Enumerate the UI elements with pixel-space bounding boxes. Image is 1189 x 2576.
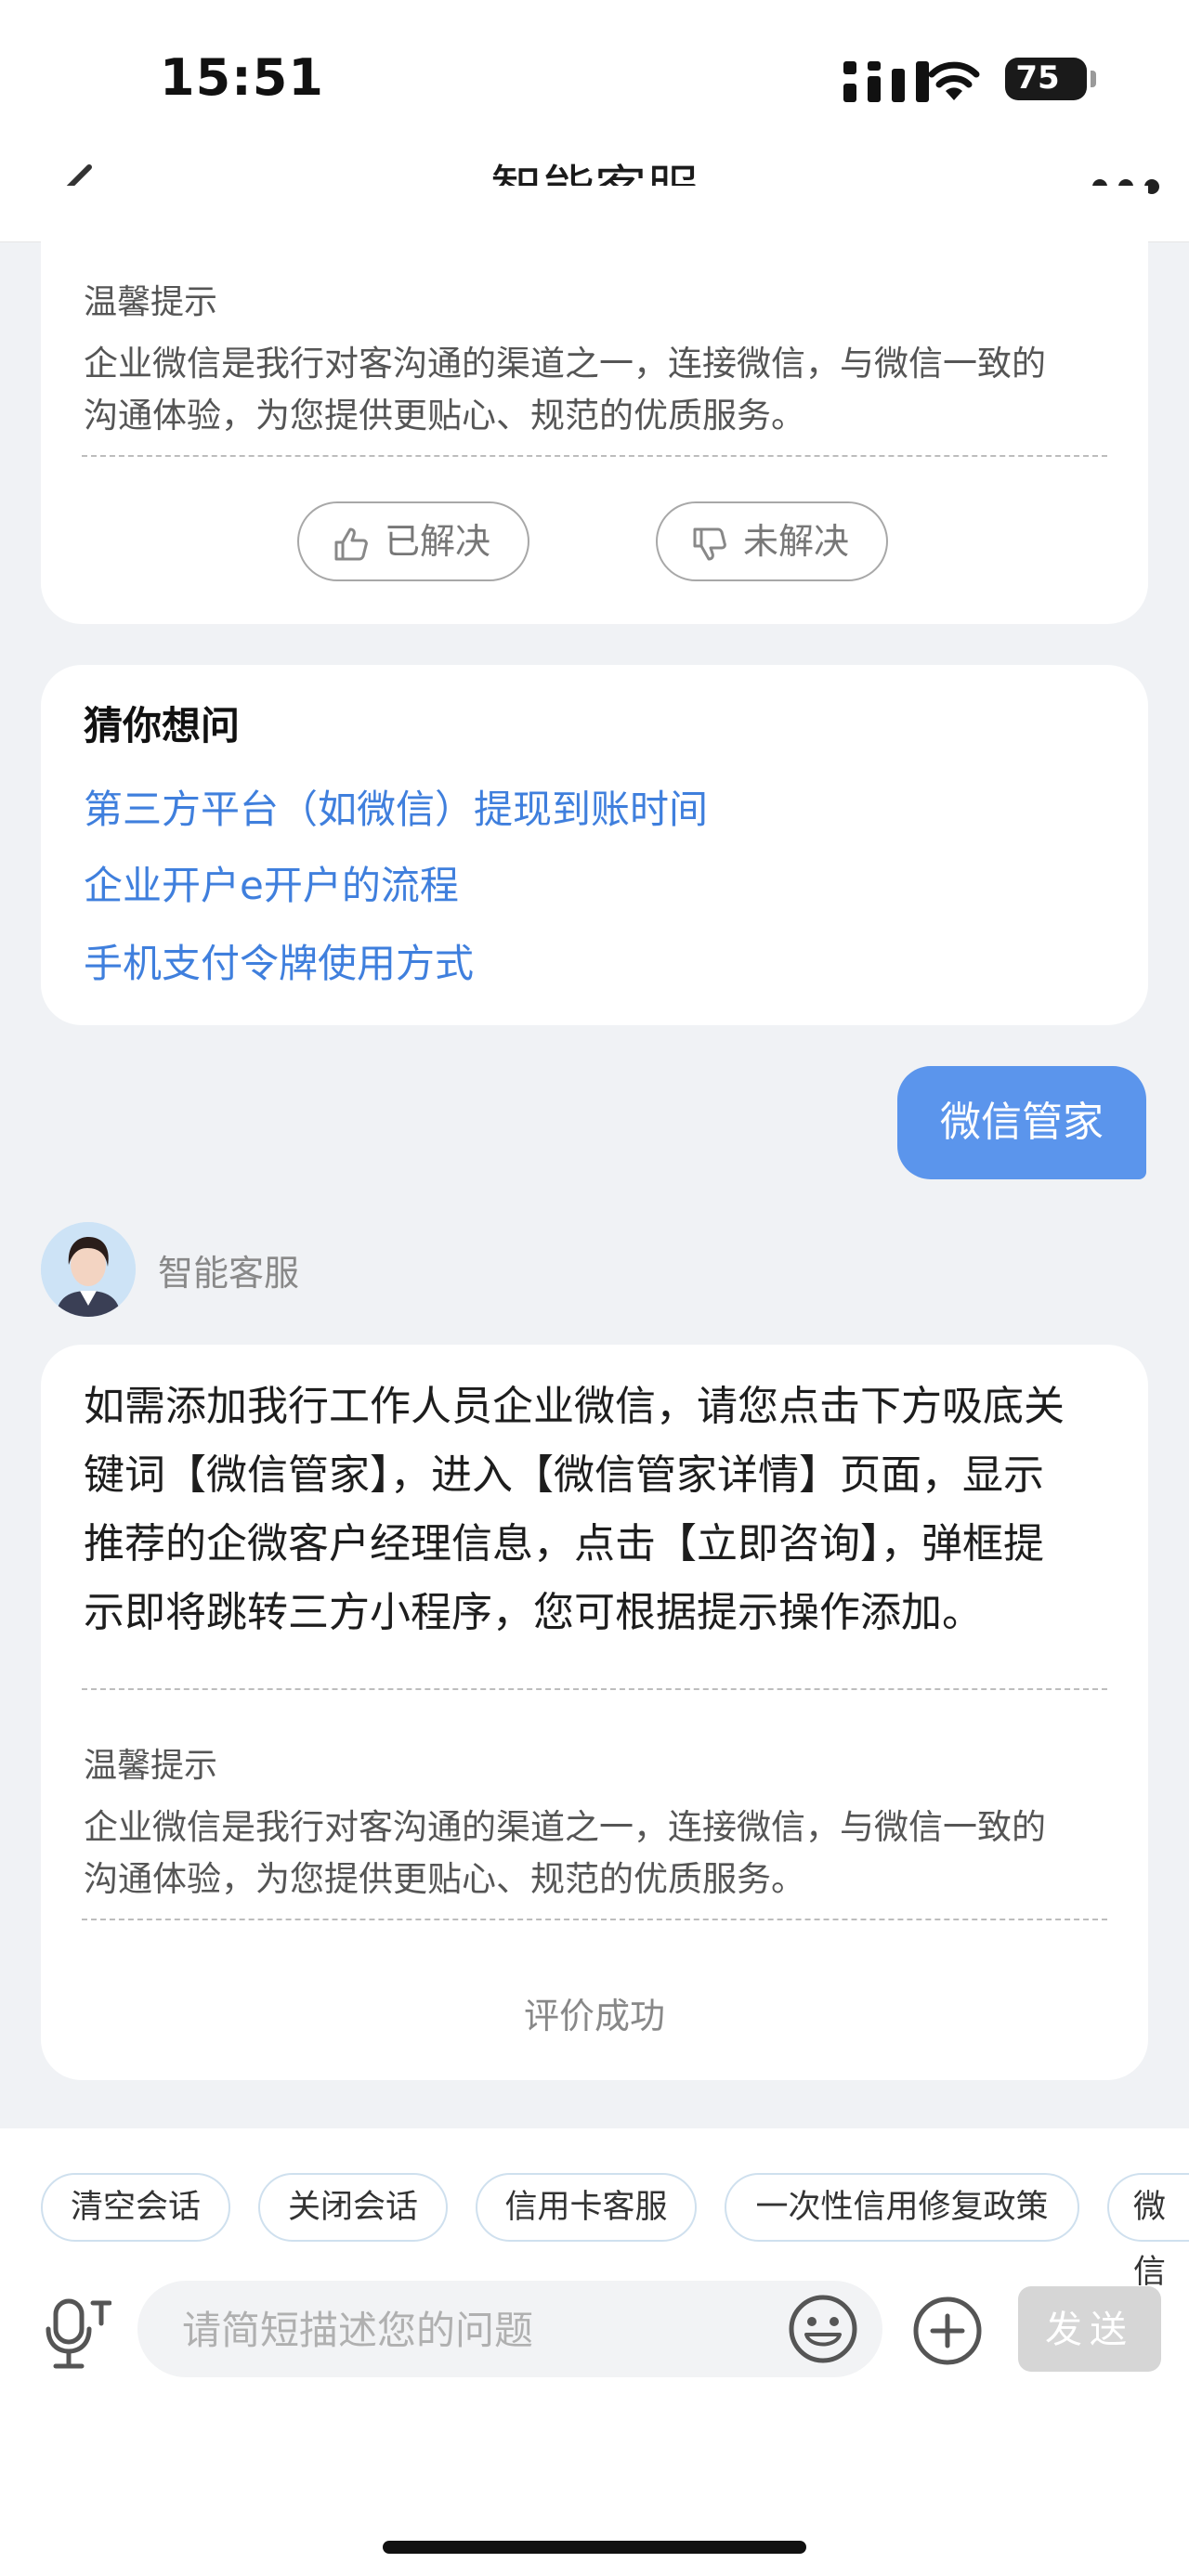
thumbs-down-icon	[693, 527, 726, 561]
quick-chip-clear[interactable]: 清空会话	[41, 2173, 230, 2242]
bot-name: 智能客服	[158, 1253, 300, 1294]
bot-avatar	[41, 1222, 136, 1317]
guess-title: 猜你想问	[84, 703, 241, 748]
answer-line: 如需添加我行工作人员企业微信，请您点击下方吸底关	[84, 1383, 1065, 1430]
quick-chip-credit-repair[interactable]: 一次性信用修复政策	[725, 2173, 1079, 2242]
evaluation-status: 评价成功	[523, 1996, 665, 2036]
battery-level: 75	[1015, 59, 1060, 97]
thumbs-up-icon	[334, 527, 368, 561]
quick-chip-close[interactable]: 关闭会话	[258, 2173, 448, 2242]
tip-text-line: 沟通体验，为您提供更贴心、规范的优质服务。	[84, 1859, 805, 1899]
user-message-bubble: 微信管家	[897, 1066, 1146, 1179]
quick-chip-wechat[interactable]: 微信	[1107, 2173, 1189, 2291]
tip-text-line: 企业微信是我行对客沟通的渠道之一，连接微信，与微信一致的	[84, 1807, 1046, 1847]
divider	[82, 455, 1107, 457]
tip-text-line: 企业微信是我行对客沟通的渠道之一，连接微信，与微信一致的	[84, 344, 1046, 384]
home-indicator	[383, 2541, 806, 2554]
resolved-label: 已解决	[385, 521, 491, 562]
message-input-container[interactable]	[137, 2281, 882, 2377]
quick-chip-credit-card[interactable]: 信用卡客服	[476, 2173, 697, 2242]
status-bar: 15:51 75	[0, 0, 1189, 139]
emoji-icon[interactable]	[786, 2292, 860, 2366]
answer-text: 如需添加我行工作人员企业微信，请您点击下方吸底关 键词【微信管家】，进入【微信管…	[84, 1373, 1115, 1647]
send-button[interactable]: 发送	[1018, 2286, 1161, 2372]
tip-title: 温馨提示	[84, 283, 218, 321]
unresolved-label: 未解决	[743, 521, 850, 562]
divider	[82, 1688, 1107, 1690]
unresolved-button[interactable]: 未解决	[656, 501, 888, 581]
message-input[interactable]	[180, 2297, 778, 2362]
wifi-icon	[928, 61, 980, 100]
status-time: 15:51	[160, 48, 324, 107]
agent-avatar-icon	[41, 1222, 136, 1317]
voice-input-icon[interactable]	[45, 2296, 111, 2370]
tip-title: 温馨提示	[84, 1747, 218, 1785]
divider	[82, 1919, 1107, 1920]
guess-link[interactable]: 第三方平台（如微信）提现到账时间	[84, 778, 708, 835]
answer-line: 键词【微信管家】，进入【微信管家详情】页面，显示	[84, 1451, 1044, 1499]
guess-link[interactable]: 企业开户e开户的流程	[84, 854, 459, 911]
add-icon[interactable]	[910, 2294, 985, 2368]
answer-line: 示即将跳转三方小程序，您可根据提示操作添加。	[84, 1589, 983, 1636]
resolved-button[interactable]: 已解决	[297, 501, 529, 581]
tip-text-line: 沟通体验，为您提供更贴心、规范的优质服务。	[84, 396, 805, 436]
guess-link[interactable]: 手机支付令牌使用方式	[84, 932, 474, 989]
answer-line: 推荐的企微客户经理信息，点击【立即咨询】，弹框提	[84, 1520, 1044, 1568]
battery-icon: 75	[1005, 58, 1096, 100]
